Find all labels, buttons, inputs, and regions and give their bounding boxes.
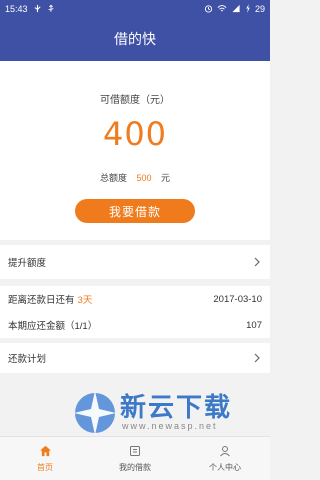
charging-icon — [245, 4, 251, 13]
chevron-right-icon — [252, 353, 262, 363]
due-date-row: 距离还款日还有 3天 2017-03-10 — [0, 286, 270, 312]
raise-limit-row[interactable]: 提升额度 — [0, 245, 270, 279]
tab-my-loans[interactable]: 我的借款 — [90, 437, 180, 480]
due-date: 2017-03-10 — [213, 293, 262, 305]
status-time: 15:43 — [5, 3, 28, 14]
tab-home-label: 首页 — [37, 462, 53, 472]
tab-profile-label: 个人中心 — [209, 462, 241, 472]
usb-icon — [33, 4, 42, 13]
tab-home[interactable]: 首页 — [0, 437, 90, 480]
total-quota-line: 总额度 500 元 — [0, 171, 270, 184]
amount-due-label: 本期应还金额（1/1） — [8, 321, 98, 332]
tab-my-loans-label: 我的借款 — [119, 462, 151, 472]
page-title: 借的快 — [114, 31, 156, 47]
due-days: 3天 — [77, 295, 93, 306]
due-label: 距离还款日还有 — [8, 295, 75, 306]
alarm-icon — [204, 4, 213, 13]
raise-limit-label: 提升额度 — [8, 258, 47, 269]
user-icon — [219, 445, 231, 459]
chevron-right-icon — [252, 257, 262, 267]
borrow-button[interactable]: 我要借款 — [75, 199, 195, 223]
bottom-tab-bar: 首页 我的借款 个人中心 — [0, 436, 270, 480]
home-icon — [39, 445, 52, 459]
amount-due-value: 107 — [246, 319, 262, 331]
watermark-logo — [74, 391, 116, 435]
watermark-url: www.newasp.net — [122, 421, 218, 431]
battery-level: 29 — [254, 3, 265, 14]
loan-icon — [129, 445, 141, 459]
app-header: 借的快 — [0, 17, 270, 61]
watermark-title: 新云下载 — [120, 393, 233, 423]
total-quota-value: 500 — [136, 173, 152, 183]
signal-icon — [231, 4, 241, 13]
amount-due-row: 本期应还金额（1/1） 107 — [0, 312, 270, 338]
total-quota-unit: 元 — [161, 173, 171, 183]
status-bar: 15:43 29 — [0, 0, 270, 17]
available-quota-amount: 400 — [102, 115, 168, 153]
available-quota-label: 可借额度（元） — [100, 95, 170, 106]
quota-card: 可借额度（元） 400 总额度 500 元 我要借款 — [0, 61, 270, 240]
tab-profile[interactable]: 个人中心 — [180, 437, 270, 480]
repayment-plan-row[interactable]: 还款计划 — [0, 343, 270, 373]
usb-debug-icon — [47, 4, 55, 13]
repayment-plan-label: 还款计划 — [8, 354, 47, 365]
total-quota-label: 总额度 — [99, 173, 127, 183]
wifi-icon — [217, 4, 227, 13]
